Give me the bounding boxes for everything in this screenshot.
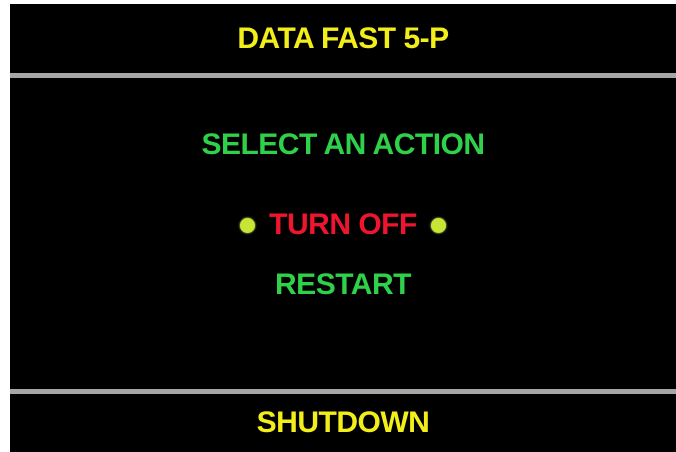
device-screen: DATA FAST 5-P SELECT AN ACTION TURN OFF …: [10, 4, 676, 452]
menu-prompt: SELECT AN ACTION: [201, 128, 485, 161]
menu-option-turn-off[interactable]: TURN OFF: [10, 208, 676, 242]
screen-title: SHUTDOWN: [256, 406, 430, 439]
header-bar: DATA FAST 5-P: [10, 4, 676, 73]
action-menu: SELECT AN ACTION TURN OFF RESTART: [10, 78, 676, 389]
menu-option-restart[interactable]: RESTART: [10, 268, 676, 302]
footer-bar: SHUTDOWN: [10, 394, 676, 452]
bullet-dot-icon: [430, 217, 446, 233]
menu-option-label: RESTART: [275, 268, 411, 301]
device-title: DATA FAST 5-P: [237, 21, 449, 55]
bullet-dot-icon: [240, 217, 256, 233]
menu-option-label: TURN OFF: [269, 208, 417, 241]
